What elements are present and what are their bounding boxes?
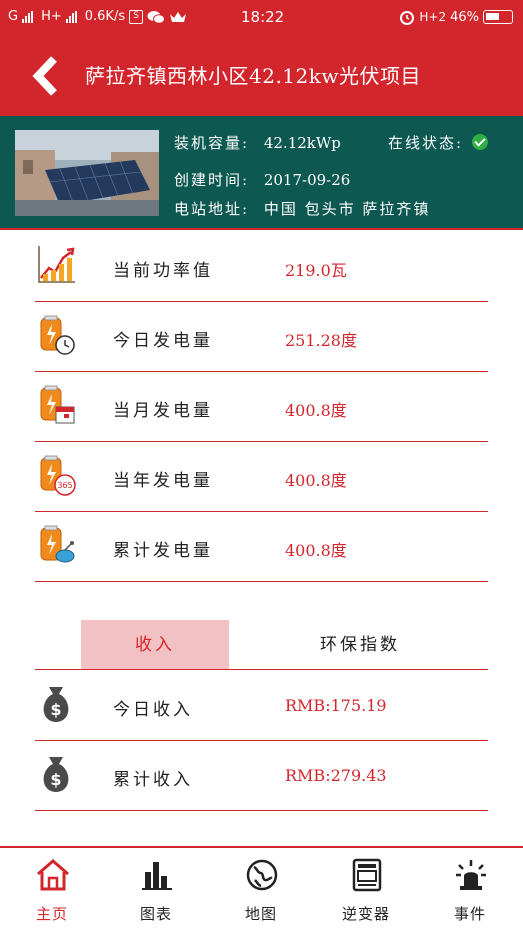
stat-label: 当年发电量	[113, 471, 213, 491]
status-bar: G H+ 0.6K/s S 18:22 H+2 46%	[0, 0, 523, 36]
nav-events[interactable]: 事件	[418, 848, 522, 930]
address-value: 中国 包头市 萨拉齐镇	[263, 200, 431, 218]
income-row-total[interactable]: $ 累计收入 RMB:279.43	[35, 741, 488, 811]
income-label: 累计收入	[113, 770, 193, 790]
bar-chart-icon	[142, 862, 172, 890]
nav-label: 事件	[453, 905, 486, 923]
income-row-today[interactable]: $ 今日收入 RMB:175.19	[35, 671, 488, 741]
stat-label: 今日发电量	[113, 331, 213, 351]
stat-row-year-energy[interactable]: 365 当年发电量 400.8度	[35, 442, 488, 512]
stat-label: 累计发电量	[113, 541, 213, 561]
svg-text:$: $	[50, 700, 61, 719]
online-check-icon	[471, 134, 488, 150]
back-arrow-icon[interactable]	[30, 56, 64, 96]
stat-row-today-energy[interactable]: 今日发电量 251.28度	[35, 302, 488, 372]
alarm-light-icon	[456, 860, 486, 890]
stat-label: 当月发电量	[113, 401, 213, 421]
online-status-label: 在线状态:	[388, 134, 464, 152]
nav-inverter[interactable]: 逆变器	[314, 848, 418, 930]
stat-value: 219.0瓦	[285, 261, 347, 280]
nav-label: 图表	[139, 905, 172, 923]
network-speed: 0.6K/s	[84, 9, 126, 24]
clock: 18:22	[241, 8, 285, 26]
stat-value: 400.8度	[285, 541, 347, 560]
battery-clock-icon	[40, 315, 75, 355]
stat-row-month-energy[interactable]: 当月发电量 400.8度	[35, 372, 488, 442]
title-bar: 萨拉齐镇西林小区42.12kw光伏项目	[0, 36, 523, 116]
nav-label: 主页	[35, 905, 68, 923]
alarm-clock-icon	[400, 11, 415, 25]
stat-value: 400.8度	[285, 401, 347, 420]
signal-icon	[65, 10, 77, 23]
income-value: RMB:279.43	[285, 766, 387, 785]
svg-text:365: 365	[57, 481, 72, 490]
address-label: 电站地址:	[174, 200, 250, 218]
battery-icon	[483, 10, 513, 24]
network-type: H+2	[419, 10, 447, 24]
nav-chart[interactable]: 图表	[104, 848, 208, 930]
wechat-icon	[147, 10, 166, 24]
page-title: 萨拉齐镇西林小区42.12kw光伏项目	[85, 64, 421, 88]
station-photo	[15, 130, 159, 216]
inverter-icon	[352, 858, 382, 892]
income-value: RMB:175.19	[285, 696, 387, 715]
notification-s-icon: S	[129, 9, 144, 24]
money-bag-icon: $	[43, 687, 69, 722]
tab-environment-index[interactable]: 环保指数	[275, 620, 445, 669]
nav-label: 地图	[244, 905, 277, 923]
created-label: 创建时间:	[174, 171, 250, 189]
created-value: 2017-09-26	[263, 171, 351, 189]
carrier-2-label: H+	[41, 9, 62, 24]
carrier-1-label: G	[8, 9, 19, 24]
stat-row-current-power[interactable]: 当前功率值 219.0瓦	[35, 232, 488, 302]
bottom-nav: 主页 图表 地图 逆变器 事件	[0, 846, 523, 930]
money-bag-icon: $	[43, 757, 69, 792]
battery-percent: 46%	[450, 9, 479, 25]
nav-home[interactable]: 主页	[0, 848, 104, 930]
stat-value: 251.28度	[285, 331, 357, 350]
crown-icon	[170, 11, 187, 22]
income-label: 今日收入	[113, 700, 193, 720]
battery-365-icon: 365	[40, 455, 76, 496]
battery-calendar-icon	[40, 385, 75, 424]
nav-map[interactable]: 地图	[209, 848, 313, 930]
tab-bar: 收入 环保指数	[35, 620, 488, 670]
stat-value: 400.8度	[285, 471, 347, 490]
stat-row-total-energy[interactable]: 累计发电量 400.8度	[35, 512, 488, 582]
battery-satellite-icon	[40, 525, 75, 563]
home-icon	[37, 859, 69, 891]
nav-label: 逆变器	[341, 905, 390, 923]
station-info-panel: 装机容量: 42.12kWp 在线状态: 创建时间: 2017-09-26 电站…	[0, 116, 523, 230]
tab-income[interactable]: 收入	[81, 620, 229, 669]
signal-icon	[22, 10, 34, 23]
stat-label: 当前功率值	[113, 261, 213, 281]
capacity-label: 装机容量:	[174, 134, 250, 152]
globe-icon	[246, 859, 278, 891]
capacity-value: 42.12kWp	[263, 134, 341, 152]
svg-text:$: $	[50, 770, 61, 789]
power-chart-icon	[38, 246, 75, 283]
